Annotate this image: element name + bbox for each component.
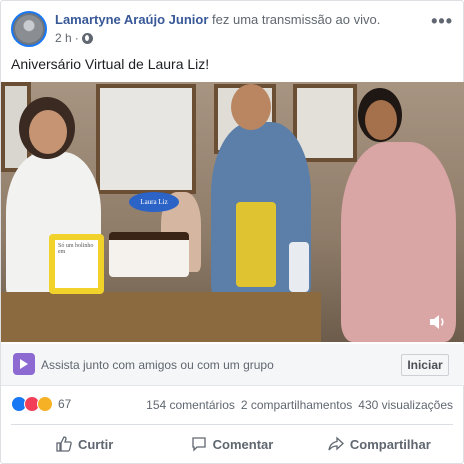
globe-icon — [81, 32, 93, 44]
comment-icon — [191, 437, 206, 452]
post-header-line: Lamartyne Araújo Junior fez uma transmis… — [55, 12, 380, 27]
post-time[interactable]: 2 h — [55, 31, 72, 45]
like-button[interactable]: Curtir — [11, 429, 158, 459]
live-video[interactable]: Laura Liz Só um bolinho em — [1, 82, 464, 342]
post-text: Aniversário Virtual de Laura Liz! — [11, 56, 210, 72]
post-card: Lamartyne Araújo Junior fez uma transmis… — [0, 0, 464, 464]
person-right — [341, 142, 456, 342]
sound-icon[interactable] — [429, 314, 447, 330]
cake-topper: Laura Liz — [129, 192, 179, 212]
avatar[interactable] — [11, 11, 47, 47]
watch-party-row: Assista junto com amigos ou com um grupo… — [1, 344, 464, 386]
reactions-count: 67 — [58, 397, 72, 411]
like-label: Curtir — [77, 436, 114, 452]
post-actions: Curtir Comentar Compartilhar — [11, 429, 453, 459]
more-options-icon[interactable]: ••• — [431, 11, 453, 32]
party-table — [1, 292, 321, 342]
views-count[interactable]: 430 visualizações — [358, 398, 453, 412]
share-icon — [328, 436, 344, 451]
like-icon — [56, 436, 72, 452]
comment-button[interactable]: Comentar — [158, 429, 305, 459]
watch-party-text[interactable]: Assista junto com amigos ou com um grupo — [41, 358, 274, 372]
comments-count[interactable]: 154 comentários — [146, 398, 235, 412]
frame-sign: Só um bolinho em — [49, 234, 104, 294]
share-button[interactable]: Compartilhar — [306, 429, 453, 459]
watch-party-icon — [13, 353, 35, 375]
share-label: Compartilhar — [349, 436, 431, 452]
birthday-cake — [109, 232, 189, 277]
start-button[interactable]: Iniciar — [401, 354, 449, 376]
candle-decoration — [236, 202, 276, 287]
shares-count[interactable]: 2 compartilhamentos — [241, 398, 352, 412]
post-stats: 67 154 comentários 2 compartilhamentos 4… — [11, 394, 453, 416]
author-name[interactable]: Lamartyne Araújo Junior — [55, 12, 208, 27]
divider — [11, 424, 453, 425]
post-header: Lamartyne Araújo Junior fez uma transmis… — [11, 11, 453, 51]
comment-label: Comentar — [212, 436, 274, 452]
portrait-frame — [96, 84, 196, 194]
engagement-stats: 154 comentários 2 compartilhamentos 430 … — [146, 398, 453, 412]
post-meta: 2 h · — [55, 31, 93, 45]
care-reaction-icon — [37, 396, 53, 412]
post-action-text: fez uma transmissão ao vivo. — [212, 12, 381, 27]
reactions-summary[interactable]: 67 — [11, 396, 71, 412]
